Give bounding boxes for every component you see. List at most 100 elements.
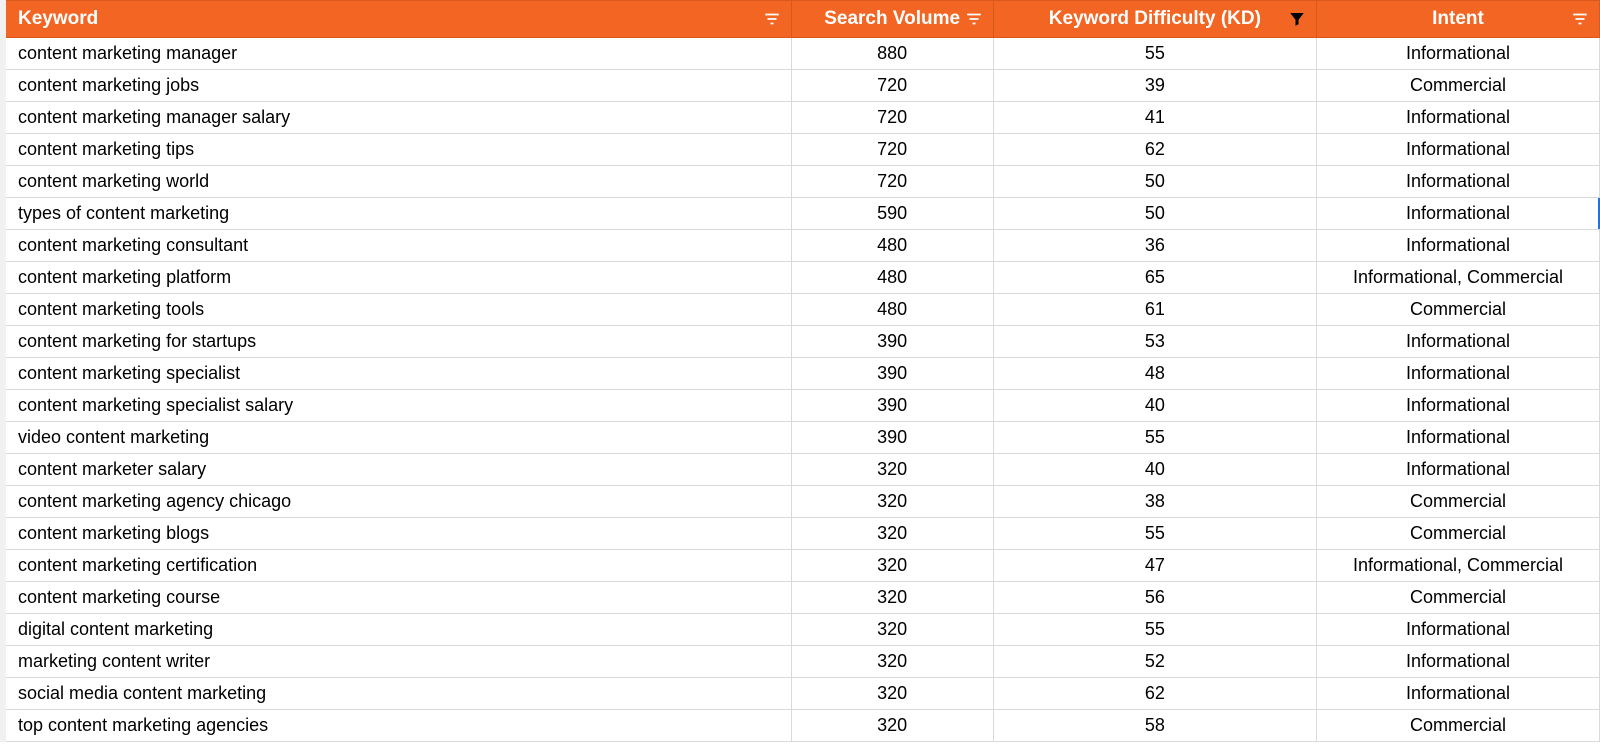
keyword-cell[interactable]: content marketing blogs — [3, 518, 791, 550]
sv-cell[interactable]: 720 — [791, 102, 993, 134]
table-row[interactable]: social media content marketing32062Infor… — [3, 678, 1600, 710]
keyword-cell[interactable]: content marketing agency chicago — [3, 486, 791, 518]
table-row[interactable]: content marketer salary32040Informationa… — [3, 454, 1600, 486]
keyword-cell[interactable]: content marketing tips — [3, 134, 791, 166]
table-row[interactable]: digital content marketing32055Informatio… — [3, 614, 1600, 646]
sv-cell[interactable]: 590 — [791, 198, 993, 230]
intent-cell[interactable]: Informational — [1317, 614, 1600, 646]
filter-icon[interactable] — [763, 10, 781, 28]
sv-cell[interactable]: 320 — [791, 454, 993, 486]
intent-cell[interactable]: Informational — [1317, 198, 1600, 230]
keyword-cell[interactable]: video content marketing — [3, 422, 791, 454]
table-row[interactable]: content marketing course32056Commercial — [3, 582, 1600, 614]
table-row[interactable]: content marketing for startups39053Infor… — [3, 326, 1600, 358]
sv-cell[interactable]: 480 — [791, 262, 993, 294]
keyword-cell[interactable]: marketing content writer — [3, 646, 791, 678]
intent-cell[interactable]: Informational, Commercial — [1317, 550, 1600, 582]
sv-cell[interactable]: 720 — [791, 166, 993, 198]
intent-cell[interactable]: Commercial — [1317, 710, 1600, 742]
kd-cell[interactable]: 62 — [993, 134, 1316, 166]
intent-cell[interactable]: Informational — [1317, 230, 1600, 262]
keyword-cell[interactable]: types of content marketing — [3, 198, 791, 230]
keyword-cell[interactable]: content marketing manager salary — [3, 102, 791, 134]
keyword-cell[interactable]: digital content marketing — [3, 614, 791, 646]
kd-cell[interactable]: 62 — [993, 678, 1316, 710]
sv-cell[interactable]: 390 — [791, 422, 993, 454]
sv-cell[interactable]: 880 — [791, 38, 993, 70]
table-row[interactable]: top content marketing agencies32058Comme… — [3, 710, 1600, 742]
table-row[interactable]: content marketing platform48065Informati… — [3, 262, 1600, 294]
table-row[interactable]: content marketing world72050Informationa… — [3, 166, 1600, 198]
table-row[interactable]: content marketing specialist39048Informa… — [3, 358, 1600, 390]
sv-cell[interactable]: 320 — [791, 646, 993, 678]
keyword-cell[interactable]: content marketing certification — [3, 550, 791, 582]
keyword-cell[interactable]: content marketing specialist — [3, 358, 791, 390]
table-row[interactable]: content marketing consultant48036Informa… — [3, 230, 1600, 262]
keyword-cell[interactable]: content marketing platform — [3, 262, 791, 294]
table-row[interactable]: content marketing manager88055Informatio… — [3, 38, 1600, 70]
keyword-cell[interactable]: content marketing consultant — [3, 230, 791, 262]
table-row[interactable]: types of content marketing59050Informati… — [3, 198, 1600, 230]
intent-cell[interactable]: Informational — [1317, 102, 1600, 134]
sv-cell[interactable]: 320 — [791, 550, 993, 582]
kd-cell[interactable]: 55 — [993, 422, 1316, 454]
table-row[interactable]: content marketing tips72062Informational — [3, 134, 1600, 166]
kd-cell[interactable]: 52 — [993, 646, 1316, 678]
keyword-cell[interactable]: content marketing world — [3, 166, 791, 198]
keyword-cell[interactable]: social media content marketing — [3, 678, 791, 710]
keyword-cell[interactable]: content marketing manager — [3, 38, 791, 70]
table-row[interactable]: content marketing agency chicago32038Com… — [3, 486, 1600, 518]
col-header-intent[interactable]: Intent — [1317, 1, 1600, 38]
filter-icon[interactable] — [965, 10, 983, 28]
col-header-kd[interactable]: Keyword Difficulty (KD) — [993, 1, 1316, 38]
keyword-cell[interactable]: top content marketing agencies — [3, 710, 791, 742]
kd-cell[interactable]: 36 — [993, 230, 1316, 262]
kd-cell[interactable]: 55 — [993, 614, 1316, 646]
kd-cell[interactable]: 48 — [993, 358, 1316, 390]
intent-cell[interactable]: Informational — [1317, 422, 1600, 454]
intent-cell[interactable]: Informational — [1317, 678, 1600, 710]
col-header-keyword[interactable]: Keyword — [3, 1, 791, 38]
intent-cell[interactable]: Informational, Commercial — [1317, 262, 1600, 294]
sv-cell[interactable]: 320 — [791, 710, 993, 742]
kd-cell[interactable]: 53 — [993, 326, 1316, 358]
table-row[interactable]: content marketing certification32047Info… — [3, 550, 1600, 582]
table-row[interactable]: content marketing tools48061Commercial — [3, 294, 1600, 326]
table-row[interactable]: video content marketing39055Informationa… — [3, 422, 1600, 454]
kd-cell[interactable]: 39 — [993, 70, 1316, 102]
table-row[interactable]: marketing content writer32052Information… — [3, 646, 1600, 678]
keyword-cell[interactable]: content marketing course — [3, 582, 791, 614]
table-row[interactable]: content marketing jobs72039Commercial — [3, 70, 1600, 102]
kd-cell[interactable]: 47 — [993, 550, 1316, 582]
intent-cell[interactable]: Commercial — [1317, 518, 1600, 550]
sv-cell[interactable]: 720 — [791, 134, 993, 166]
kd-cell[interactable]: 50 — [993, 198, 1316, 230]
kd-cell[interactable]: 40 — [993, 390, 1316, 422]
kd-cell[interactable]: 56 — [993, 582, 1316, 614]
table-row[interactable]: content marketing manager salary72041Inf… — [3, 102, 1600, 134]
intent-cell[interactable]: Commercial — [1317, 486, 1600, 518]
keyword-cell[interactable]: content marketing for startups — [3, 326, 791, 358]
intent-cell[interactable]: Commercial — [1317, 582, 1600, 614]
kd-cell[interactable]: 65 — [993, 262, 1316, 294]
intent-cell[interactable]: Informational — [1317, 326, 1600, 358]
intent-cell[interactable]: Informational — [1317, 646, 1600, 678]
kd-cell[interactable]: 55 — [993, 38, 1316, 70]
sv-cell[interactable]: 320 — [791, 614, 993, 646]
sv-cell[interactable]: 390 — [791, 390, 993, 422]
intent-cell[interactable]: Informational — [1317, 166, 1600, 198]
filter-active-icon[interactable] — [1288, 10, 1306, 28]
kd-cell[interactable]: 55 — [993, 518, 1316, 550]
intent-cell[interactable]: Informational — [1317, 134, 1600, 166]
kd-cell[interactable]: 50 — [993, 166, 1316, 198]
keyword-cell[interactable]: content marketer salary — [3, 454, 791, 486]
intent-cell[interactable]: Commercial — [1317, 294, 1600, 326]
table-row[interactable]: content marketing specialist salary39040… — [3, 390, 1600, 422]
kd-cell[interactable]: 41 — [993, 102, 1316, 134]
kd-cell[interactable]: 58 — [993, 710, 1316, 742]
keyword-cell[interactable]: content marketing specialist salary — [3, 390, 791, 422]
sv-cell[interactable]: 390 — [791, 326, 993, 358]
intent-cell[interactable]: Informational — [1317, 454, 1600, 486]
intent-cell[interactable]: Informational — [1317, 38, 1600, 70]
sv-cell[interactable]: 480 — [791, 230, 993, 262]
